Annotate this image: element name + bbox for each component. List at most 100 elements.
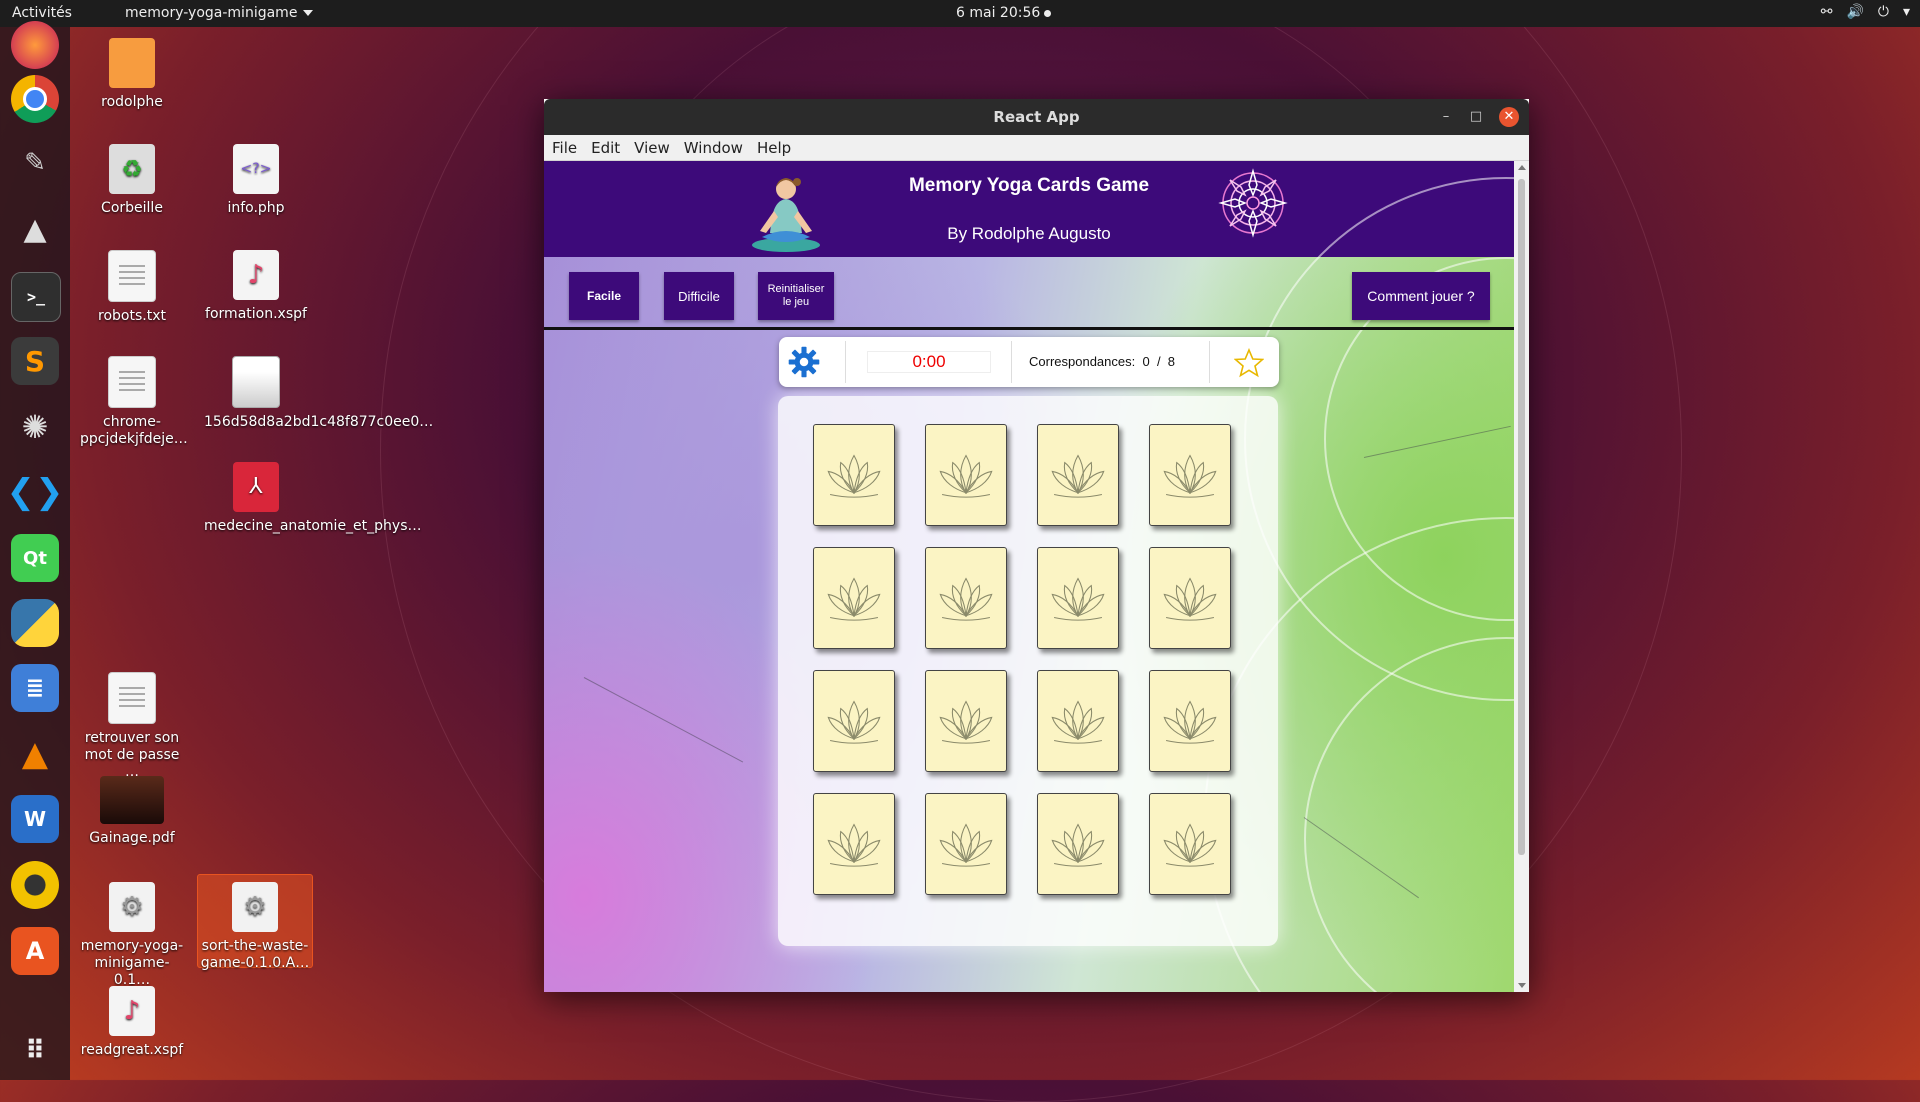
menu-window[interactable]: Window [676,135,749,157]
chevron-down-icon [303,10,314,16]
window-title: React App [993,108,1080,126]
qt-creator-icon[interactable]: Qt [11,534,59,582]
memory-card[interactable] [1149,793,1231,895]
vscode-icon[interactable]: ❮❯ [7,468,64,516]
settings-gear-icon[interactable] [787,345,821,379]
hard-button[interactable]: Difficile [664,272,734,320]
memory-card[interactable] [1149,547,1231,649]
reset-game-label-line2: le jeu [782,296,810,308]
close-button[interactable]: ✕ [1499,107,1519,127]
python-icon[interactable] [11,599,59,647]
minimize-button[interactable]: – [1436,107,1456,127]
memory-card[interactable] [1037,547,1119,649]
desktop-icon-file[interactable]: ⅄ medecine_anatomie_et_phys… [204,462,422,535]
lotus-icon [827,577,881,621]
software-icon[interactable]: A [11,927,59,975]
memory-card[interactable] [1037,670,1119,772]
scrollbar-thumb[interactable] [1518,179,1525,855]
desktop-icon-file[interactable]: 156d58d8a2bd1c48f877c0ee0… [204,356,433,431]
star-icon[interactable] [1234,348,1264,378]
desktop-icon-file[interactable]: chrome-ppcjdekjfdeje… [80,356,188,448]
rhythmbox-icon[interactable] [11,861,59,909]
desktop-icon-file[interactable]: robots.txt [80,250,184,325]
lotus-icon [1051,454,1105,498]
lotus-icon [1163,577,1217,621]
desktop-icon-trash[interactable]: ♻ Corbeille [80,144,184,217]
scroll-up-icon[interactable] [1518,165,1526,170]
background-crack [583,677,744,763]
lotus-icon [1163,454,1217,498]
easy-button[interactable]: Facile [569,272,639,320]
desktop-icon-label: info.php [227,200,285,216]
lotus-icon [827,454,881,498]
pdf-thumbnail-icon [100,776,164,824]
inkscape-icon[interactable]: ▲ [11,205,59,253]
desktop-icon-file[interactable]: ⚙ sort-the-waste-game-0.1.0.A… [197,874,313,971]
desktop-icon-label: formation.xspf [205,306,307,322]
home-folder-icon [109,38,155,88]
scroll-down-icon[interactable] [1518,983,1526,988]
grid-apps-icon[interactable]: ⠿ [11,1027,59,1075]
reset-game-button[interactable]: Reinitialiser le jeu [758,272,834,320]
memory-card[interactable] [813,547,895,649]
files-icon[interactable]: ≣ [11,664,59,712]
memory-card[interactable] [813,670,895,772]
writer-icon[interactable]: W [11,795,59,843]
memory-card[interactable] [1037,424,1119,526]
memory-card[interactable] [813,424,895,526]
volume-icon[interactable]: 🔊 [1846,4,1863,20]
chevron-down-icon[interactable]: ▾ [1903,4,1910,20]
lotus-icon [1051,577,1105,621]
memory-card[interactable] [1037,793,1119,895]
memory-card[interactable] [925,670,1007,772]
memory-card[interactable] [1149,424,1231,526]
memory-card[interactable] [925,424,1007,526]
desktop-icon-label: memory-yoga-minigame-0.1… [80,938,184,988]
desktop-icon-file[interactable]: ♪ formation.xspf [204,250,308,323]
memory-card[interactable] [925,547,1007,649]
activities-button[interactable]: Activités [12,5,72,21]
vlc-icon[interactable]: ▲ [11,730,59,778]
sublime-icon[interactable]: S [11,337,59,385]
desktop-icon-label: Gainage.pdf [89,830,175,846]
how-to-play-button[interactable]: Comment jouer ? [1352,272,1490,320]
appimage-icon: ⚙ [232,882,278,932]
pdf-file-icon: ⅄ [233,462,279,512]
maximize-button[interactable]: □ [1466,107,1486,127]
desktop-icon-label: robots.txt [98,308,166,324]
chrome-icon[interactable] [11,75,59,123]
power-icon[interactable]: ⏻ [1878,4,1889,20]
menu-help[interactable]: Help [749,135,797,157]
lotus-icon [1163,700,1217,744]
desktop-icon-file[interactable]: <?> info.php [204,144,308,217]
memory-card[interactable] [813,793,895,895]
desktop-icon-file[interactable]: Gainage.pdf [80,776,184,847]
network-icon[interactable]: ⚯ [1821,4,1833,20]
menu-file[interactable]: File [544,135,583,157]
desktop-icon-home[interactable]: rodolphe [80,38,184,111]
desktop-icon-label: 156d58d8a2bd1c48f877c0ee0… [204,414,434,430]
vertical-scrollbar[interactable] [1514,161,1529,992]
network-icon[interactable]: ✺ [11,403,59,451]
php-file-icon: <?> [233,144,279,194]
app-window: React App – □ ✕ File Edit View Window Help M… [544,99,1529,992]
clock[interactable]: 6 mai 20:56 [956,5,1052,21]
menu-view[interactable]: View [626,135,676,157]
memory-card[interactable] [1149,670,1231,772]
desktop-icon-file[interactable]: ⚙ memory-yoga-minigame-0.1… [80,882,184,989]
system-tray[interactable]: ⚯ 🔊 ⏻ ▾ [1821,4,1910,20]
firefox-icon[interactable] [11,21,59,69]
desktop-icon-label: medecine_anatomie_et_phys… [204,518,422,534]
gimp-icon[interactable]: ✎ [11,139,59,187]
mandala-logo-icon [1218,168,1288,238]
app-menu[interactable]: memory-yoga-minigame [125,5,314,21]
memory-card[interactable] [925,793,1007,895]
terminal-icon[interactable]: >_ [11,272,61,322]
lotus-icon [827,700,881,744]
desktop-icon-file[interactable]: ♪ readgreat.xspf [80,986,184,1059]
pdf-thumbnail-icon [232,356,280,408]
desktop-icon-file[interactable]: retrouver son mot de passe … [80,672,184,781]
menu-edit[interactable]: Edit [583,135,626,157]
window-titlebar[interactable]: React App – □ ✕ [544,99,1529,135]
lotus-icon [827,823,881,867]
